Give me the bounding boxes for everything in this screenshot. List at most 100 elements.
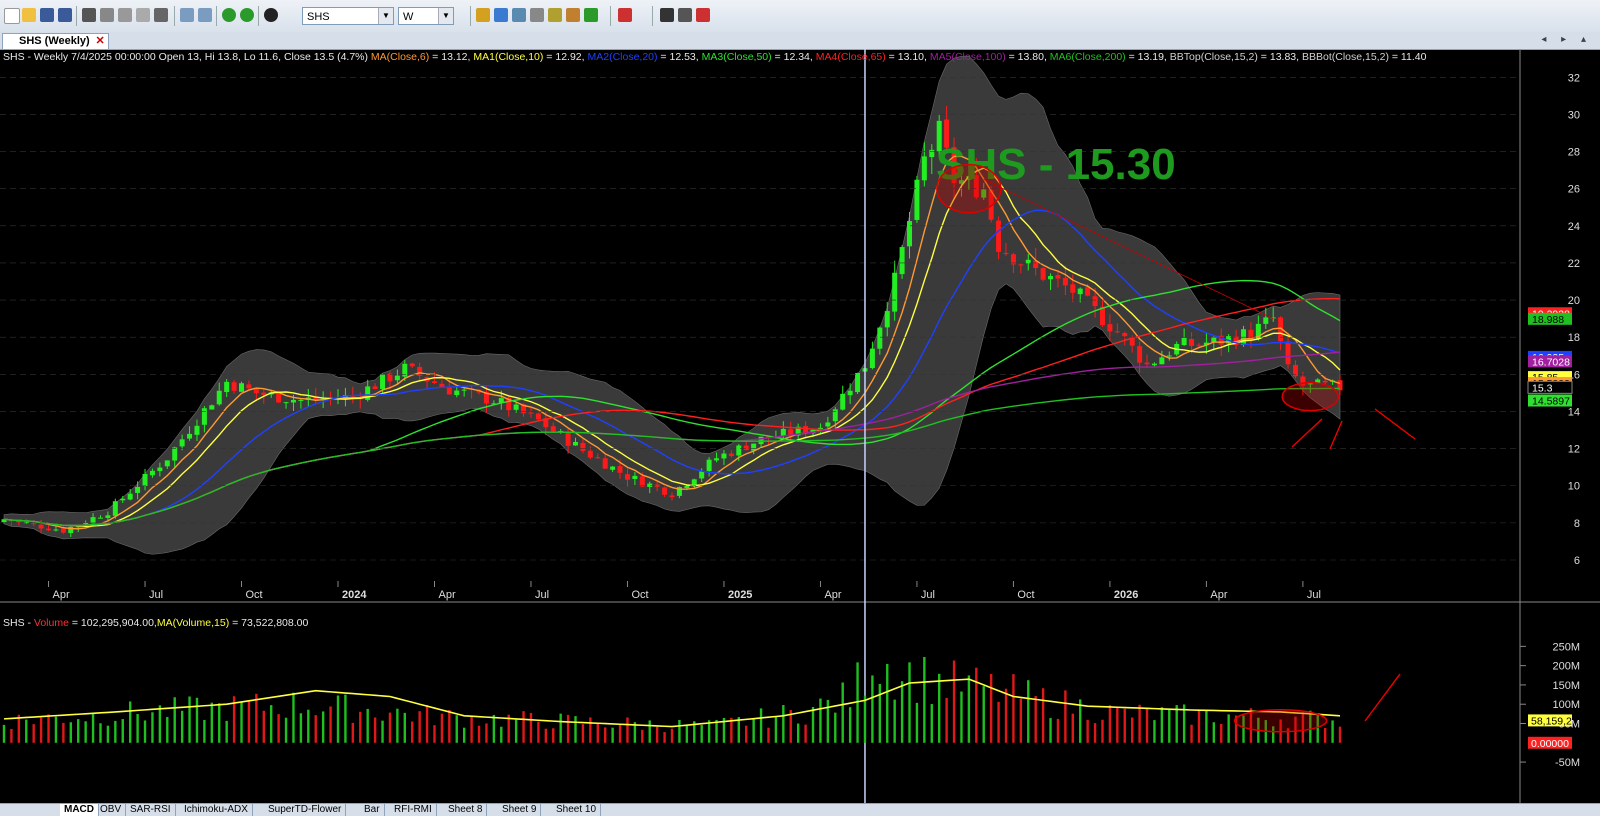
volume-bar (210, 702, 214, 743)
paste-icon[interactable] (136, 8, 150, 22)
volume-bar (611, 727, 614, 743)
volume-bar (975, 667, 978, 743)
volume-bar (1227, 714, 1230, 743)
volume-bar (752, 719, 755, 743)
undo-icon[interactable] (180, 8, 194, 22)
sheet-tab[interactable]: Sheet 9 (498, 804, 542, 816)
redo-icon[interactable] (198, 8, 212, 22)
volume-bar (878, 683, 882, 743)
volume-bar (32, 724, 35, 743)
line-tool-icon[interactable] (660, 8, 674, 22)
cut-icon[interactable] (100, 8, 114, 22)
candle-body (869, 348, 875, 369)
volume-bar (952, 660, 956, 743)
sheet-tab[interactable]: MACD (60, 804, 99, 816)
chart-window-tab[interactable]: SHS (Weekly) ✕ (2, 33, 109, 49)
candle-body (261, 392, 267, 395)
sheet-tab[interactable]: OBV (96, 804, 127, 816)
tab-scroll-arrows[interactable]: ◂ ▸ ▴ (1541, 34, 1592, 45)
candle-body (565, 431, 571, 446)
symbol-combo[interactable]: SHS ▼ (302, 7, 394, 25)
sheet-tab-bar: MACD OBV SAR-RSI Ichimoku-ADX SuperTD-Flower… (0, 803, 1600, 816)
candle-body (142, 473, 148, 486)
volume-bar (1056, 718, 1060, 743)
volume-bar (552, 728, 555, 743)
sheet-tab[interactable]: Sheet 10 (552, 804, 602, 816)
info-icon[interactable] (264, 8, 278, 22)
open-folder-icon[interactable] (22, 8, 36, 22)
new-file-icon[interactable] (4, 8, 20, 24)
chevron-down-icon[interactable]: ▼ (438, 8, 453, 24)
candle-body (714, 458, 720, 461)
volume-bar (648, 720, 651, 743)
draw-tools-icon[interactable] (530, 8, 544, 22)
save-icon[interactable] (40, 8, 54, 22)
volume-bar (1212, 722, 1216, 743)
volume-bar (218, 703, 221, 743)
candle-body (16, 521, 22, 523)
candle-body (46, 528, 52, 531)
volume-bar (967, 675, 971, 743)
volume-bar (871, 675, 874, 743)
wand-icon[interactable] (548, 8, 562, 22)
grid-icon[interactable] (584, 8, 598, 22)
pen-color-icon[interactable] (618, 8, 632, 22)
compare-icon[interactable] (494, 8, 508, 22)
sheet-tab[interactable]: SuperTD-Flower (264, 804, 347, 816)
forward-icon[interactable] (240, 8, 254, 22)
volume-bar (247, 700, 251, 743)
eraser-icon[interactable] (696, 8, 710, 22)
candle-body (431, 381, 437, 384)
back-icon[interactable] (222, 8, 236, 22)
volume-bar (47, 714, 50, 743)
candle-body (157, 467, 163, 472)
candle-body (832, 409, 838, 422)
formula-icon[interactable] (512, 8, 526, 22)
volume-bar (1331, 720, 1334, 743)
time-tick-label: 2026 (1114, 589, 1138, 601)
candle-body (380, 374, 386, 389)
candle-body (996, 220, 1002, 252)
chart-window-title: SHS (Weekly) (19, 35, 90, 47)
volume-bar (796, 723, 800, 743)
volume-bar (700, 725, 703, 743)
brush-icon[interactable] (566, 8, 580, 22)
candle-body (1062, 277, 1068, 286)
chart-area[interactable]: 68101214161820222426283032Apr Jul Oct 2024 A… (0, 49, 1600, 803)
print-icon[interactable] (82, 8, 96, 22)
volume-bar (997, 701, 1000, 743)
close-icon[interactable]: ✕ (96, 34, 105, 49)
candle-body (617, 466, 623, 473)
candle-body (1322, 380, 1328, 383)
price-tick-label: 26 (1568, 184, 1580, 196)
sheet-tab[interactable]: SAR-RSI (126, 804, 176, 816)
candle-body (172, 447, 178, 461)
sheet-tab[interactable]: Sheet 8 (444, 804, 488, 816)
candle-body (669, 495, 675, 498)
volume-bar (173, 697, 176, 743)
candle-body (632, 475, 638, 480)
save-all-icon[interactable] (58, 8, 72, 22)
sheet-tab[interactable]: RFI-RMI (390, 804, 437, 816)
candle-body (877, 327, 883, 349)
indicator-icon[interactable] (476, 8, 490, 22)
volume-tick-label: 100M (1552, 699, 1580, 711)
indicator-value: = 13.19, (1125, 51, 1167, 63)
time-tick-label: Apr (438, 589, 455, 601)
copy-icon[interactable] (118, 8, 132, 22)
candle-body (825, 422, 831, 427)
dotted-line-icon[interactable] (678, 8, 692, 22)
candle-body (253, 388, 259, 394)
highlight-ellipse (1281, 381, 1340, 412)
chevron-down-icon[interactable]: ▼ (378, 8, 393, 24)
volume-bar (366, 708, 369, 743)
interval-combo[interactable]: W ▼ (398, 7, 454, 25)
volume-bar (1130, 717, 1134, 743)
indicator-label: MA2(Close,20) (584, 51, 658, 63)
volume-bar (485, 723, 488, 743)
sheet-tab[interactable]: Bar (360, 804, 385, 816)
delete-icon[interactable] (154, 8, 168, 22)
volume-bar (1027, 680, 1030, 743)
sheet-tab[interactable]: Ichimoku-ADX (180, 804, 253, 816)
volume-header: SHS - Volume = 102,295,904.00,MA(Volume,… (3, 617, 308, 629)
